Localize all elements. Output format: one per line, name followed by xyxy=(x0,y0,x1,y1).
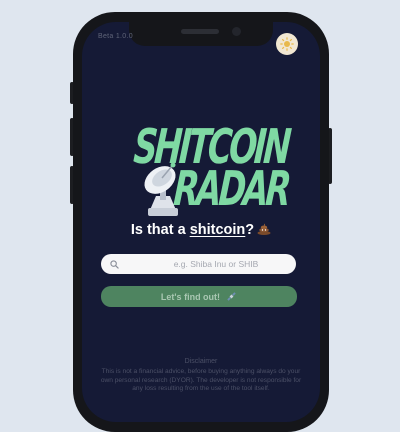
disclaimer-title: Disclaimer xyxy=(184,358,218,365)
front-camera xyxy=(232,27,241,36)
search-icon xyxy=(110,259,119,269)
coin-search-field[interactable] xyxy=(101,254,296,274)
theme-toggle-button[interactable] xyxy=(276,33,298,55)
poop-icon xyxy=(257,223,271,235)
disclaimer-text: This is not a financial advice, before b… xyxy=(100,368,302,393)
version-label: Beta 1.0.0 xyxy=(98,33,133,40)
headline-suffix: ? xyxy=(245,222,255,238)
logo-word-radar: RADAR xyxy=(171,160,291,217)
satellite-icon xyxy=(227,292,236,301)
find-out-button[interactable]: Let's find out! xyxy=(101,286,297,307)
phone-notch xyxy=(129,22,273,46)
satellite-dish-icon xyxy=(144,162,178,216)
find-out-button-label: Let's find out! xyxy=(160,291,221,302)
headline-prefix: Is that a xyxy=(130,222,190,238)
headline: Is that a shitcoin? xyxy=(82,222,320,238)
search-input[interactable] xyxy=(139,258,293,270)
sun-icon xyxy=(280,37,294,51)
shitcoin-link[interactable]: shitcoin xyxy=(190,222,246,238)
phone-speaker xyxy=(181,29,219,34)
